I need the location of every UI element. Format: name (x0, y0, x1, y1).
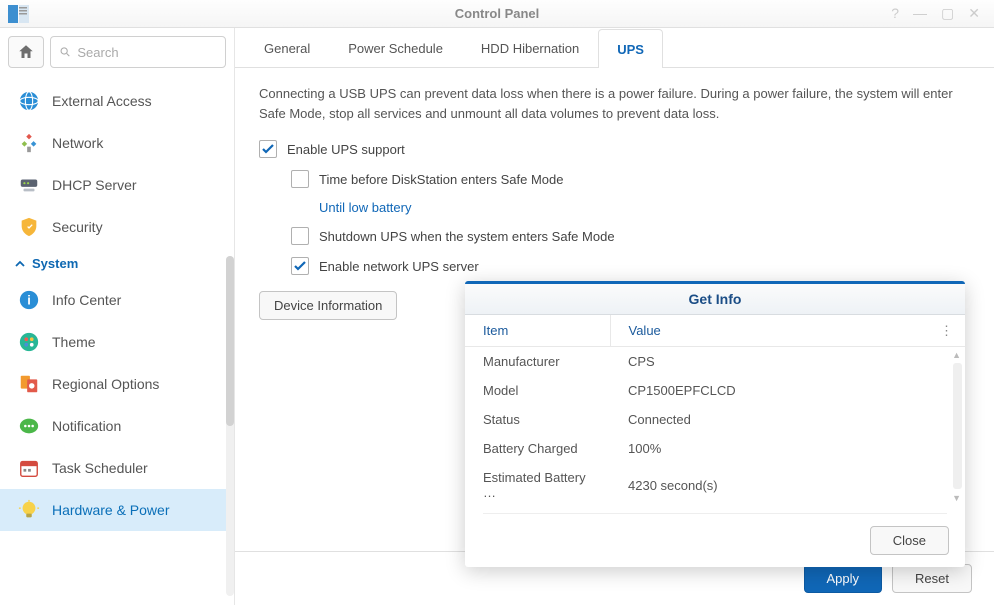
home-icon (17, 43, 35, 61)
sidebar-item-info-center[interactable]: i Info Center (0, 279, 234, 321)
network-ups-checkbox[interactable] (291, 257, 309, 275)
home-button[interactable] (8, 36, 44, 68)
theme-icon (18, 331, 40, 353)
table-row: Estimated Battery …4230 second(s) (465, 463, 965, 507)
time-before-row: Time before DiskStation enters Safe Mode (291, 170, 970, 188)
close-button[interactable]: Close (870, 526, 949, 555)
time-before-checkbox[interactable] (291, 170, 309, 188)
globe-icon (18, 90, 40, 112)
tab-power-schedule[interactable]: Power Schedule (329, 28, 462, 67)
titlebar: Control Panel ? — ▢ ✕ (0, 0, 994, 28)
bulb-icon (18, 499, 40, 521)
sidebar-item-label: Notification (52, 418, 121, 434)
search-icon (59, 45, 71, 59)
table-row: Battery Charged100% (465, 434, 965, 463)
until-low-battery-link[interactable]: Until low battery (319, 200, 970, 215)
table-row: StatusConnected (465, 405, 965, 434)
network-icon (18, 132, 40, 154)
tab-ups[interactable]: UPS (598, 29, 663, 68)
maximize-icon[interactable]: ▢ (941, 5, 954, 22)
enable-ups-row: Enable UPS support (259, 140, 970, 158)
sidebar-item-label: Network (52, 135, 103, 151)
notification-icon (18, 415, 40, 437)
dhcp-icon (18, 174, 40, 196)
sidebar-item-security[interactable]: Security (0, 206, 234, 248)
apply-button[interactable]: Apply (804, 564, 883, 593)
sidebar-item-dhcp[interactable]: DHCP Server (0, 164, 234, 206)
regional-icon (18, 373, 40, 395)
sidebar-item-label: Theme (52, 334, 96, 350)
more-icon[interactable]: ⋮ (940, 323, 953, 339)
th-item: Item (465, 315, 610, 347)
svg-text:i: i (27, 293, 31, 308)
scroll-up-icon[interactable]: ▲ (952, 350, 961, 360)
close-icon[interactable]: ✕ (968, 5, 980, 22)
th-value: Value ⋮ (610, 315, 965, 347)
sidebar-item-label: Hardware & Power (52, 502, 170, 518)
sidebar: External Access Network DHCP Server Secu… (0, 28, 235, 605)
calendar-icon (18, 457, 40, 479)
sidebar-group-system[interactable]: System (0, 248, 234, 279)
help-icon[interactable]: ? (891, 5, 899, 22)
tab-general[interactable]: General (245, 28, 329, 67)
shield-icon (18, 216, 40, 238)
info-table: Item Value ⋮ ManufacturerCPS ModelCP1500… (465, 315, 965, 507)
table-row: ManufacturerCPS (465, 347, 965, 377)
table-row: ModelCP1500EPFCLCD (465, 376, 965, 405)
scroll-down-icon[interactable]: ▼ (952, 493, 961, 503)
enable-ups-label: Enable UPS support (287, 142, 405, 157)
sidebar-item-external-access[interactable]: External Access (0, 80, 234, 122)
sidebar-item-label: Task Scheduler (52, 460, 148, 476)
sidebar-item-label: Regional Options (52, 376, 159, 392)
sidebar-group-label: System (32, 256, 78, 271)
window-title: Control Panel (455, 6, 540, 21)
intro-text: Connecting a USB UPS can prevent data lo… (259, 84, 970, 124)
window-controls: ? — ▢ ✕ (891, 5, 994, 22)
minimize-icon[interactable]: — (913, 5, 927, 22)
sidebar-item-theme[interactable]: Theme (0, 321, 234, 363)
shutdown-ups-row: Shutdown UPS when the system enters Safe… (291, 227, 970, 245)
sidebar-item-hardware-power[interactable]: Hardware & Power (0, 489, 234, 531)
info-icon: i (18, 289, 40, 311)
modal-title: Get Info (465, 281, 965, 315)
sidebar-scrollbar[interactable] (226, 256, 234, 596)
enable-ups-checkbox[interactable] (259, 140, 277, 158)
reset-button[interactable]: Reset (892, 564, 972, 593)
modal-scrollbar[interactable] (953, 363, 962, 489)
search-box[interactable] (50, 36, 226, 68)
tab-hdd-hibernation[interactable]: HDD Hibernation (462, 28, 598, 67)
time-before-label: Time before DiskStation enters Safe Mode (319, 172, 563, 187)
sidebar-item-task-scheduler[interactable]: Task Scheduler (0, 447, 234, 489)
sidebar-item-label: External Access (52, 93, 152, 109)
search-input[interactable] (77, 45, 217, 60)
sidebar-item-network[interactable]: Network (0, 122, 234, 164)
network-ups-row: Enable network UPS server (291, 257, 970, 275)
get-info-modal: Get Info Item Value ⋮ ManufacturerCPS Mo… (465, 281, 965, 567)
app-icon (8, 5, 30, 23)
tabs: General Power Schedule HDD Hibernation U… (235, 28, 994, 68)
shutdown-ups-checkbox[interactable] (291, 227, 309, 245)
sidebar-item-regional[interactable]: Regional Options (0, 363, 234, 405)
shutdown-ups-label: Shutdown UPS when the system enters Safe… (319, 229, 615, 244)
sidebar-item-label: Info Center (52, 292, 121, 308)
sidebar-item-label: Security (52, 219, 103, 235)
chevron-up-icon (14, 258, 26, 270)
sidebar-item-label: DHCP Server (52, 177, 137, 193)
device-information-button[interactable]: Device Information (259, 291, 397, 320)
network-ups-label: Enable network UPS server (319, 259, 479, 274)
sidebar-item-notification[interactable]: Notification (0, 405, 234, 447)
